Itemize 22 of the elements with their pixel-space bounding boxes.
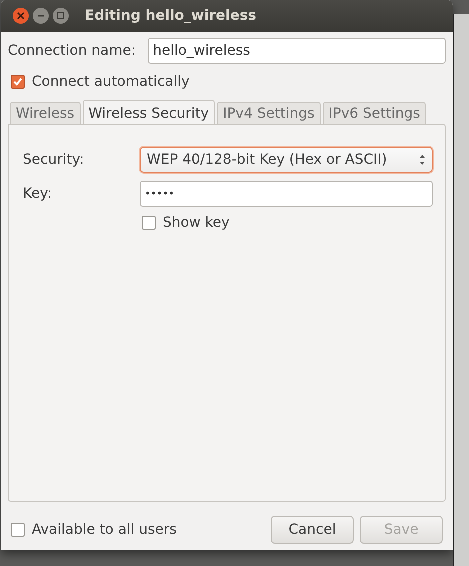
window-title: Editing hello_wireless bbox=[85, 8, 257, 24]
field-label: Security: bbox=[23, 152, 86, 168]
field-label: Connection name: bbox=[8, 43, 136, 59]
maximize-icon[interactable] bbox=[53, 8, 69, 24]
tab[interactable]: IPv6 Settings bbox=[322, 102, 426, 124]
field-label: Key: bbox=[23, 186, 54, 202]
checkbox-label[interactable]: Connect automatically bbox=[32, 74, 190, 90]
checkbox-label[interactable]: Available to all users bbox=[32, 522, 177, 538]
tab[interactable]: Wireless bbox=[10, 102, 81, 124]
tab[interactable]: IPv4 Settings bbox=[217, 102, 321, 124]
tab[interactable]: Wireless Security bbox=[82, 100, 216, 124]
security-dropdown[interactable]: WEP 40/128-bit Key (Hex or ASCII) bbox=[140, 147, 433, 173]
checkbox[interactable] bbox=[142, 216, 156, 230]
dialog-button[interactable]: Cancel bbox=[271, 516, 354, 544]
checkbox[interactable] bbox=[11, 75, 25, 89]
close-icon[interactable] bbox=[13, 8, 29, 24]
minimize-icon[interactable] bbox=[33, 8, 49, 24]
up-down-arrows-icon bbox=[419, 154, 426, 166]
connection-name-field[interactable]: hello_wireless bbox=[148, 38, 446, 64]
checkbox-label[interactable]: Show key bbox=[163, 215, 230, 231]
key-field[interactable]: ••••• bbox=[140, 181, 433, 207]
checkbox[interactable] bbox=[11, 523, 25, 537]
